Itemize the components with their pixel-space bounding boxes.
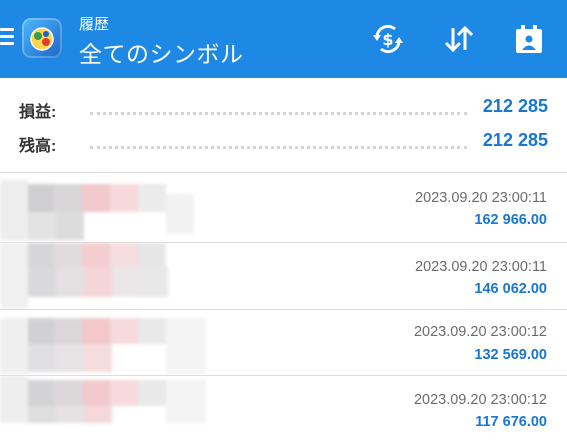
page-title[interactable]: 全てのシンボル — [79, 35, 244, 69]
deal-amount: 146 062.00 — [474, 281, 547, 297]
deal-time: 2023.09.20 23:00:12 — [413, 324, 547, 340]
deal-time: 2023.09.20 23:00:11 — [415, 190, 547, 206]
deal-time: 2023.09.20 23:00:11 — [415, 259, 547, 275]
profit-value: 212 285 — [482, 96, 548, 116]
profit-label: 損益: — [19, 104, 57, 121]
dotted-leader — [90, 146, 467, 149]
deal-amount: 162 966.00 — [474, 212, 547, 228]
deal-row[interactable]: 2023.09.20 23:00:11 146 062.00 — [0, 243, 567, 309]
redacted-area — [0, 176, 215, 242]
deal-amount: 117 676.00 — [475, 414, 547, 430]
balance-row: 残高: 212 285 — [0, 124, 567, 160]
sort-button[interactable] — [440, 20, 478, 58]
deal-amount: 132 569.00 — [474, 347, 547, 363]
app-logo-icon[interactable] — [22, 18, 62, 58]
deal-row[interactable]: 2023.09.20 23:00:12 117 676.00 — [0, 376, 567, 442]
dotted-leader — [90, 112, 467, 115]
deal-time: 2023.09.20 23:00:12 — [413, 392, 547, 408]
app-bar: 履歴 全てのシンボル $ — [0, 0, 567, 78]
currency-exchange-icon: $ — [373, 24, 403, 54]
calendar-icon — [516, 25, 542, 53]
redacted-area — [0, 310, 215, 376]
profit-row: 損益: 212 285 — [0, 90, 567, 126]
balance-value: 212 285 — [482, 130, 548, 150]
redacted-area — [0, 243, 215, 309]
calendar-button[interactable] — [510, 20, 548, 58]
deal-row[interactable]: 2023.09.20 23:00:12 132 569.00 — [0, 310, 567, 376]
sort-icon — [444, 25, 474, 53]
svg-text:$: $ — [382, 30, 393, 49]
balance-label: 残高: — [19, 138, 57, 155]
menu-icon[interactable] — [0, 28, 14, 48]
page-subtitle: 履歴 — [79, 16, 110, 33]
currency-exchange-button[interactable]: $ — [369, 20, 407, 58]
divider — [0, 172, 567, 173]
deal-row[interactable]: 2023.09.20 23:00:11 162 966.00 — [0, 176, 567, 242]
redacted-area — [0, 376, 215, 442]
